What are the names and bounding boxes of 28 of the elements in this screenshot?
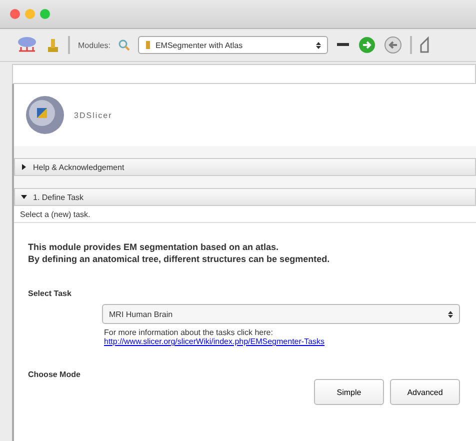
back-icon[interactable]	[384, 36, 402, 54]
mode-button[interactable]: Advanced	[390, 379, 460, 405]
description-text: By defining an anatomical tree, different structures can be segmented.	[28, 253, 331, 265]
module-icon	[145, 40, 152, 50]
stamp-icon[interactable]	[46, 36, 60, 54]
info-link[interactable]: http://www.slicer.org/slicerWiki/index.php/EMSegmenter-Tasks	[104, 337, 460, 346]
section-header[interactable]: 1. Define Task	[14, 188, 476, 206]
close-button[interactable]	[10, 9, 20, 19]
mode-button[interactable]: Simple	[314, 379, 384, 405]
info-text: For more information about the tasks click here:	[104, 328, 274, 337]
section-title: Help & Acknowledgement	[33, 162, 124, 172]
select-task-label: Select Task	[28, 289, 72, 298]
network-icon[interactable]	[16, 35, 38, 55]
choose-mode-label: Choose Mode	[28, 370, 82, 379]
module-select[interactable]: EMSegmenter with Atlas	[138, 36, 328, 54]
section-header[interactable]: Help & Acknowledgement	[14, 158, 476, 176]
search-icon[interactable]	[118, 39, 130, 51]
stepper-icon	[448, 310, 453, 318]
section-title: 1. Define Task	[33, 192, 84, 202]
slicer-logo-icon	[24, 94, 66, 136]
section-subtitle: Select a (new) task.	[20, 210, 90, 218]
modules-label: Modules:	[78, 40, 110, 50]
forward-icon[interactable]	[358, 36, 376, 54]
description-text: This module provides EM segmentation based on an atlas.	[28, 241, 280, 253]
task-select[interactable]: MRI Human Brain	[102, 304, 460, 324]
stepper-icon	[316, 40, 322, 50]
zoom-button[interactable]	[40, 9, 50, 19]
logo-title: 3DSlicer	[74, 110, 112, 120]
